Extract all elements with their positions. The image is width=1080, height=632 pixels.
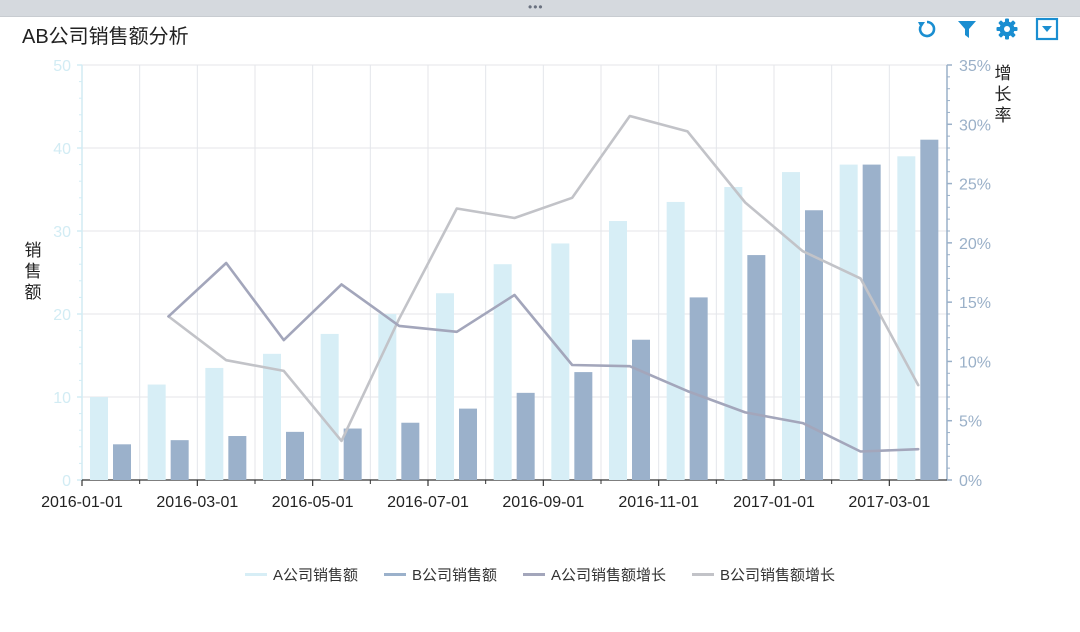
bar-a-sales-11	[724, 187, 743, 480]
legend-label-a-sales: A公司销售额	[272, 566, 358, 584]
bar-b-sales-13	[862, 164, 881, 480]
bar-a-sales-12	[782, 172, 800, 480]
left-axis-tick-label-0: 0	[62, 473, 71, 490]
x-axis-tick-label-3: 2016-07-01	[387, 494, 469, 511]
legend-label-b-growth: B公司销售额增长	[720, 566, 836, 584]
x-axis-tick-label-5: 2016-11-01	[618, 494, 699, 511]
x-axis-tick-label-2: 2016-05-01	[272, 494, 354, 511]
bar-a-sales-2	[205, 367, 224, 480]
left-axis-title-char-0: 销	[25, 241, 42, 261]
bar-a-sales-14	[897, 156, 916, 481]
right-axis-tick-label-2: 10%	[959, 354, 991, 371]
bar-b-sales-5	[401, 422, 420, 480]
bar-a-sales-6	[436, 293, 454, 480]
left-axis-title-char-1: 售	[25, 262, 42, 282]
bar-a-sales-7	[493, 264, 512, 480]
bar-a-sales-3	[263, 353, 281, 480]
bar-a-sales-9	[609, 221, 627, 481]
x-axis-tick-label-4: 2016-09-01	[502, 494, 584, 511]
left-axis-tick-label-2: 20	[53, 307, 71, 324]
bar-b-sales-3	[286, 431, 304, 480]
bar-b-sales-6	[459, 408, 477, 480]
bar-b-sales-9	[632, 339, 650, 480]
bar-a-sales-13	[839, 164, 858, 480]
x-axis-tick-label-1: 2016-03-01	[156, 494, 238, 511]
bar-a-sales-10	[666, 201, 685, 480]
bar-b-sales-10	[689, 297, 708, 480]
legend-label-a-growth: A公司销售额增长	[551, 566, 667, 584]
legend-item-a-growth[interactable]: A公司销售额增长	[523, 563, 666, 585]
legend-swatch-a-growth	[523, 572, 545, 576]
right-axis-tick-label-6: 30%	[959, 117, 991, 134]
x-axis-tick-label-7: 2017-03-01	[848, 494, 930, 511]
right-axis-tick-label-0: 0%	[959, 473, 982, 490]
right-axis-tick-label-3: 15%	[959, 295, 991, 312]
legend-item-b-sales[interactable]: B公司销售额	[383, 563, 497, 585]
right-axis-tick-label-5: 25%	[959, 177, 991, 194]
left-axis-tick-label-5: 50	[53, 58, 71, 75]
left-axis-title-char-2: 额	[25, 283, 42, 303]
legend-swatch-b-sales	[383, 572, 406, 576]
right-axis-tick-label-4: 20%	[959, 236, 991, 253]
left-axis-tick-label-1: 10	[53, 390, 71, 407]
bar-a-sales-5	[378, 314, 397, 480]
right-axis-tick-label-7: 35%	[959, 58, 991, 75]
bar-a-sales-4	[320, 333, 339, 480]
bar-b-sales-1	[170, 440, 189, 480]
right-axis-tick-label-1: 5%	[959, 414, 982, 431]
combo-chart: 0 10 20 30 40 50 0% 5% 10% 15% 20% 25% 30% 35% 2016-01…	[25, 58, 1012, 511]
bar-a-sales-1	[147, 384, 166, 480]
bar-b-sales-14	[920, 139, 939, 480]
legend-item-a-sales[interactable]: A公司销售额	[244, 563, 358, 585]
chart-legend: A公司销售额 B公司销售额 A公司销售额增长 B公司销售额增长	[0, 563, 1080, 585]
bar-b-sales-0	[113, 444, 131, 480]
bar-b-sales-8	[574, 372, 593, 480]
left-axis-tick-label-3: 30	[53, 224, 71, 241]
right-axis-title-char-2: 率	[995, 106, 1012, 126]
left-axis-tick-label-4: 40	[53, 141, 71, 158]
legend-label-b-sales: B公司销售额	[411, 566, 497, 584]
bar-b-sales-2	[228, 436, 247, 480]
legend-swatch-b-growth	[692, 572, 715, 576]
legend-swatch-a-sales	[244, 572, 267, 576]
x-axis-tick-label-6: 2017-01-01	[733, 494, 815, 511]
bar-b-sales-7	[516, 392, 535, 480]
bar-b-sales-4	[343, 428, 362, 480]
bar-a-sales-0	[90, 397, 108, 480]
bar-b-sales-11	[747, 255, 766, 480]
right-axis-title-char-1: 长	[995, 85, 1012, 105]
right-axis-title-char-0: 增	[995, 64, 1012, 84]
legend-item-b-growth[interactable]: B公司销售额增长	[692, 563, 835, 585]
bar-a-sales-8	[551, 243, 570, 480]
bar-b-sales-12	[805, 210, 823, 480]
x-axis-tick-label-0: 2016-01-01	[41, 494, 123, 511]
